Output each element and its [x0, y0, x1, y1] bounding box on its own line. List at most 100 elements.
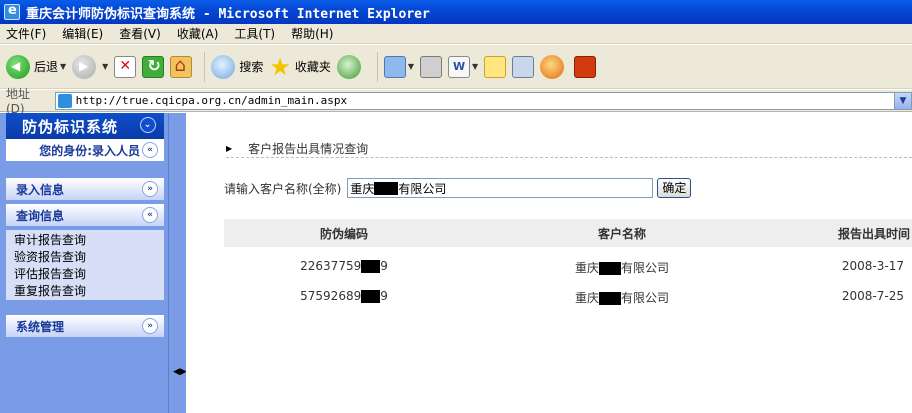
star-icon: ★: [269, 52, 291, 81]
sidebar-title-text: 防伪标识系统: [22, 117, 119, 136]
cell-date: 2008-7-25: [841, 289, 904, 303]
address-bar: 地址(D) http://true.cqicpa.org.cn/admin_ma…: [0, 87, 912, 116]
stop-icon: [114, 55, 137, 78]
back-label: 后退: [34, 60, 59, 74]
header-code: 防伪编码: [319, 226, 368, 241]
back-dropdown-icon[interactable]: ▼: [60, 62, 66, 71]
menu-favorites[interactable]: 收藏(A): [177, 25, 219, 42]
ie-icon: [4, 3, 20, 20]
redaction-mark: [599, 262, 621, 275]
sidebar-item-label: 系统管理: [16, 319, 65, 334]
sidebar-item-label: 查询信息: [16, 208, 65, 223]
redaction-mark: [361, 260, 381, 273]
refresh-button[interactable]: [142, 55, 165, 78]
messenger-icon: [540, 54, 565, 79]
search-label: 搜索: [239, 60, 264, 74]
sidebar-item-admin[interactable]: 系统管理 »: [6, 315, 164, 337]
stop-button[interactable]: [114, 55, 137, 78]
discuss-button[interactable]: [484, 55, 507, 78]
input-suffix: 有限公司: [398, 181, 447, 196]
splitter-arrow-icon[interactable]: ◀▶: [173, 367, 187, 377]
search-row: 请输入客户名称(全称) 重庆 有限公司 确定: [224, 178, 692, 198]
redaction-mark: [374, 181, 399, 195]
triangle-icon: ▶: [226, 144, 233, 153]
history-button[interactable]: [336, 54, 365, 79]
client-suffix: 有限公司: [621, 261, 670, 275]
address-dropdown-icon[interactable]: ▼: [894, 92, 911, 109]
favorites-label: 收藏夹: [294, 60, 331, 74]
client-prefix: 重庆: [574, 291, 599, 305]
sidebar-item-query[interactable]: 查询信息 «: [6, 204, 164, 226]
client-name-input[interactable]: 重庆 有限公司: [347, 178, 654, 198]
mail-dropdown-icon[interactable]: ▼: [408, 62, 414, 71]
table-row: 57592689 9 重庆 有限公司 2008-7-25: [224, 281, 912, 311]
input-prefix: 重庆: [350, 181, 375, 196]
code-prefix: 22637759: [300, 259, 362, 273]
menu-bar: 文件(F) 编辑(E) 查看(V) 收藏(A) 工具(T) 帮助(H): [0, 24, 912, 44]
sidebar-item-entry[interactable]: 录入信息 »: [6, 178, 164, 200]
menu-edit[interactable]: 编辑(E): [62, 25, 103, 42]
collapse-chevron-icon[interactable]: ⌄: [140, 117, 156, 133]
identity-bar: 您的身份:录入人员 «: [6, 139, 164, 163]
messenger-button[interactable]: [540, 54, 568, 79]
cell-client: 重庆 有限公司: [474, 289, 770, 306]
chevron-up-icon[interactable]: «: [142, 207, 158, 223]
home-button[interactable]: [170, 55, 193, 78]
code-suffix: 9: [380, 259, 388, 273]
window-title: 重庆会计师防伪标识查询系统 - Microsoft Internet Explo…: [26, 6, 430, 22]
forward-button[interactable]: ▼: [72, 54, 108, 79]
menu-help[interactable]: 帮助(H): [291, 25, 333, 42]
sidebar-item-label: 录入信息: [16, 182, 65, 197]
redaction-mark: [599, 292, 621, 305]
search-label: 请输入客户名称(全称): [224, 181, 342, 196]
address-url[interactable]: http://true.cqicpa.org.cn/admin_main.asp…: [76, 94, 348, 107]
link-appraisal-report[interactable]: 评估报告查询: [14, 266, 164, 283]
forward-dropdown-icon[interactable]: ▼: [102, 62, 108, 71]
menu-tools[interactable]: 工具(T): [234, 25, 275, 42]
chevron-down-icon[interactable]: »: [142, 181, 158, 197]
refresh-icon: [142, 55, 165, 78]
research-button[interactable]: [512, 55, 535, 78]
header-date: 报告出具时间: [837, 226, 910, 241]
window-title-bar: 重庆会计师防伪标识查询系统 - Microsoft Internet Explo…: [0, 0, 912, 24]
client-prefix: 重庆: [574, 261, 599, 275]
favorites-button[interactable]: ★ 收藏夹: [269, 55, 331, 79]
menu-file[interactable]: 文件(F): [6, 25, 46, 42]
print-button[interactable]: [420, 55, 443, 78]
link-duplicate-report[interactable]: 重复报告查询: [14, 283, 164, 300]
addon-button[interactable]: [574, 55, 597, 78]
results-table-header: 防伪编码 客户名称 报告出具时间: [224, 219, 912, 247]
section-title: 客户报告出具情况查询: [248, 142, 369, 156]
link-audit-report[interactable]: 审计报告查询: [14, 232, 164, 249]
client-suffix: 有限公司: [621, 291, 670, 305]
addon-icon: [574, 55, 597, 78]
menu-view[interactable]: 查看(V): [119, 25, 161, 42]
search-button[interactable]: 搜索: [211, 54, 264, 79]
table-row: 22637759 9 重庆 有限公司 2008-3-17: [224, 251, 912, 281]
home-icon: [170, 55, 193, 78]
chevron-down-icon[interactable]: »: [142, 318, 158, 334]
mail-button[interactable]: ▼: [383, 55, 414, 78]
printer-icon: [420, 55, 443, 78]
main-content: ▶ 客户报告出具情况查询 请输入客户名称(全称) 重庆 有限公司 确定 防伪编码…: [186, 113, 912, 413]
mail-icon: [383, 55, 406, 78]
history-icon: [336, 54, 361, 79]
chevron-left-icon[interactable]: «: [142, 142, 158, 158]
edit-button[interactable]: W ▼: [448, 55, 478, 78]
edit-dropdown-icon[interactable]: ▼: [472, 62, 478, 71]
toolbar: 后退 ▼ ▼ 搜索 ★ 收藏夹 ▼ W ▼: [0, 45, 912, 89]
confirm-button[interactable]: 确定: [657, 178, 692, 198]
redaction-mark: [361, 290, 381, 303]
code-suffix: 9: [380, 289, 388, 303]
link-capital-report[interactable]: 验资报告查询: [14, 249, 164, 266]
frame-splitter[interactable]: ◀▶: [168, 113, 187, 413]
forward-arrow-icon: [72, 54, 97, 79]
back-arrow-icon: [6, 54, 30, 79]
query-links: 审计报告查询 验资报告查询 评估报告查询 重复报告查询: [6, 230, 164, 300]
word-icon: W: [448, 55, 471, 78]
toolbar-separator: [204, 51, 206, 82]
sidebar-title: 防伪标识系统 ⌄: [6, 113, 164, 139]
back-button[interactable]: 后退 ▼: [6, 54, 66, 79]
page-icon: [57, 93, 72, 108]
address-input[interactable]: http://true.cqicpa.org.cn/admin_main.asp…: [54, 91, 912, 110]
